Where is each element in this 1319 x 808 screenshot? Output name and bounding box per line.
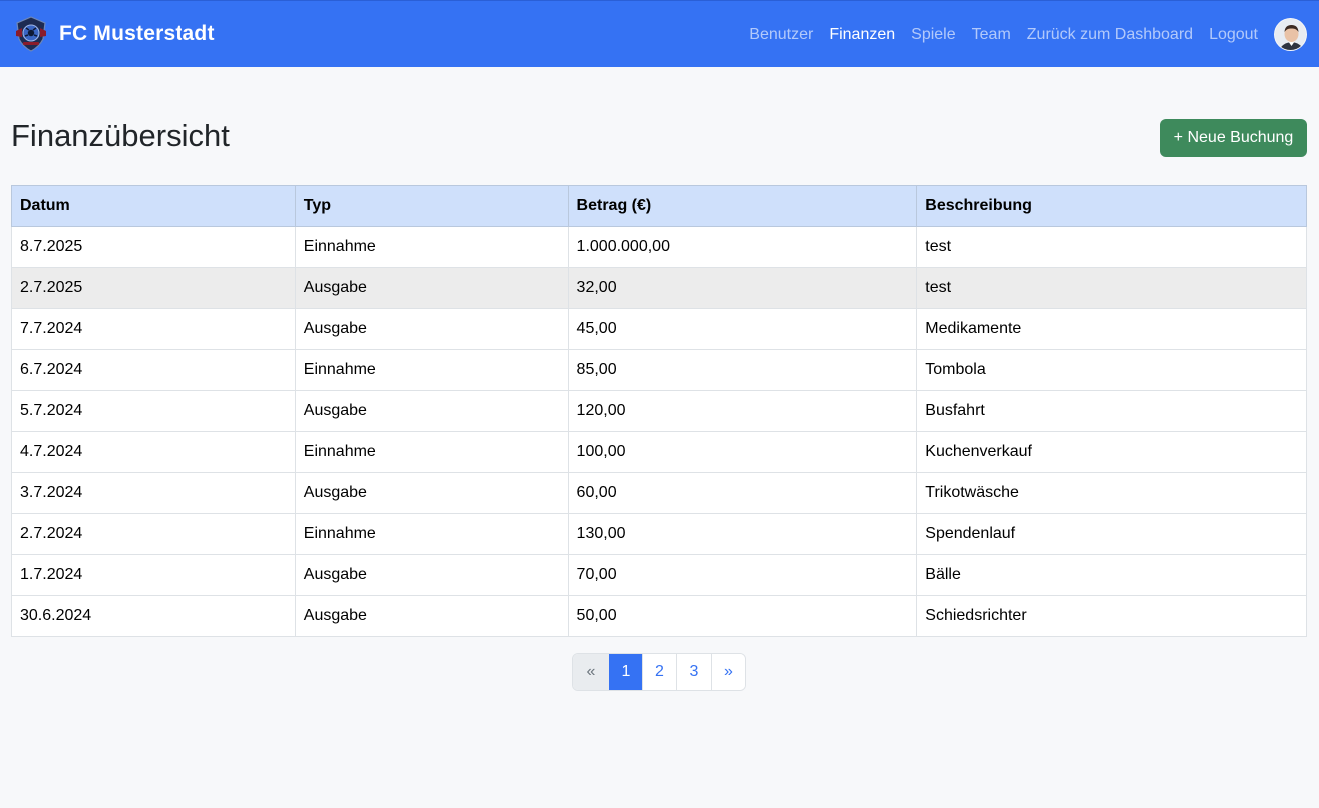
cell-datum: 2.7.2025 [11,267,296,309]
cell-betrag: 45,00 [567,308,918,350]
user-avatar-icon[interactable] [1274,18,1307,51]
column-header-typ[interactable]: Typ [294,185,569,227]
table-row[interactable]: 5.7.2024 Ausgabe 120,00 Busfahrt [11,390,1307,432]
cell-beschreibung: test [916,226,1307,268]
top-navbar: FC Musterstadt Benutzer Finanzen Spiele … [0,0,1319,67]
nav-item-benutzer[interactable]: Benutzer [749,26,813,44]
cell-typ: Einnahme [294,513,569,555]
cell-typ: Einnahme [294,431,569,473]
cell-typ: Einnahme [294,226,569,268]
cell-beschreibung: Spendenlauf [916,513,1307,555]
table-row[interactable]: 4.7.2024 Einnahme 100,00 Kuchenverkauf [11,431,1307,473]
cell-beschreibung: test [916,267,1307,309]
table-row[interactable]: 7.7.2024 Ausgabe 45,00 Medikamente [11,308,1307,350]
cell-beschreibung: Medikamente [916,308,1307,350]
cell-beschreibung: Trikotwäsche [916,472,1307,514]
cell-datum: 1.7.2024 [11,554,296,596]
cell-beschreibung: Busfahrt [916,390,1307,432]
finance-table: Datum Typ Betrag (€) Beschreibung 8.7.20… [11,185,1307,637]
cell-datum: 7.7.2024 [11,308,296,350]
club-crest-icon [12,15,50,53]
pagination-prev-button[interactable]: « [573,654,609,690]
cell-typ: Ausgabe [294,595,569,637]
cell-typ: Ausgabe [294,308,569,350]
cell-datum: 5.7.2024 [11,390,296,432]
table-row[interactable]: 3.7.2024 Ausgabe 60,00 Trikotwäsche [11,472,1307,514]
cell-betrag: 50,00 [567,595,918,637]
pagination-page-1[interactable]: 1 [609,654,642,690]
column-header-betrag[interactable]: Betrag (€) [567,185,918,227]
cell-betrag: 60,00 [567,472,918,514]
table-row[interactable]: 1.7.2024 Ausgabe 70,00 Bälle [11,554,1307,596]
cell-beschreibung: Tombola [916,349,1307,391]
cell-typ: Ausgabe [294,267,569,309]
cell-betrag: 70,00 [567,554,918,596]
cell-datum: 30.6.2024 [11,595,296,637]
cell-beschreibung: Schiedsrichter [916,595,1307,637]
cell-datum: 2.7.2024 [11,513,296,555]
nav-item-dashboard[interactable]: Zurück zum Dashboard [1027,26,1193,44]
table-header-row: Datum Typ Betrag (€) Beschreibung [11,185,1307,227]
cell-datum: 4.7.2024 [11,431,296,473]
column-header-beschreibung[interactable]: Beschreibung [916,185,1307,227]
cell-betrag: 32,00 [567,267,918,309]
cell-betrag: 130,00 [567,513,918,555]
column-header-datum[interactable]: Datum [11,185,296,227]
cell-betrag: 85,00 [567,349,918,391]
table-row[interactable]: 2.7.2024 Einnahme 130,00 Spendenlauf [11,513,1307,555]
table-row[interactable]: 6.7.2024 Einnahme 85,00 Tombola [11,349,1307,391]
nav-item-team[interactable]: Team [972,26,1011,44]
cell-beschreibung: Kuchenverkauf [916,431,1307,473]
cell-typ: Ausgabe [294,554,569,596]
pagination: « 1 2 3 » [572,653,746,691]
cell-betrag: 1.000.000,00 [567,226,918,268]
cell-datum: 6.7.2024 [11,349,296,391]
new-booking-button[interactable]: + Neue Buchung [1160,119,1307,157]
cell-datum: 3.7.2024 [11,472,296,514]
brand-name: FC Musterstadt [59,22,215,45]
pagination-page-2[interactable]: 2 [642,654,676,690]
table-row[interactable]: 2.7.2025 Ausgabe 32,00 test [11,267,1307,309]
nav-item-logout[interactable]: Logout [1209,26,1258,44]
page-title: Finanzübersicht [11,118,230,153]
nav-item-finanzen[interactable]: Finanzen [829,26,895,44]
pagination-next-button[interactable]: » [711,654,745,690]
cell-datum: 8.7.2025 [11,226,296,268]
table-row[interactable]: 30.6.2024 Ausgabe 50,00 Schiedsrichter [11,595,1307,637]
cell-betrag: 100,00 [567,431,918,473]
brand-link[interactable]: FC Musterstadt [12,15,215,53]
table-row[interactable]: 8.7.2025 Einnahme 1.000.000,00 test [11,226,1307,268]
cell-betrag: 120,00 [567,390,918,432]
nav-item-spiele[interactable]: Spiele [911,26,955,44]
main-nav: Benutzer Finanzen Spiele Team Zurück zum… [733,1,1258,68]
cell-beschreibung: Bälle [916,554,1307,596]
pagination-page-3[interactable]: 3 [676,654,711,690]
cell-typ: Einnahme [294,349,569,391]
cell-typ: Ausgabe [294,390,569,432]
cell-typ: Ausgabe [294,472,569,514]
